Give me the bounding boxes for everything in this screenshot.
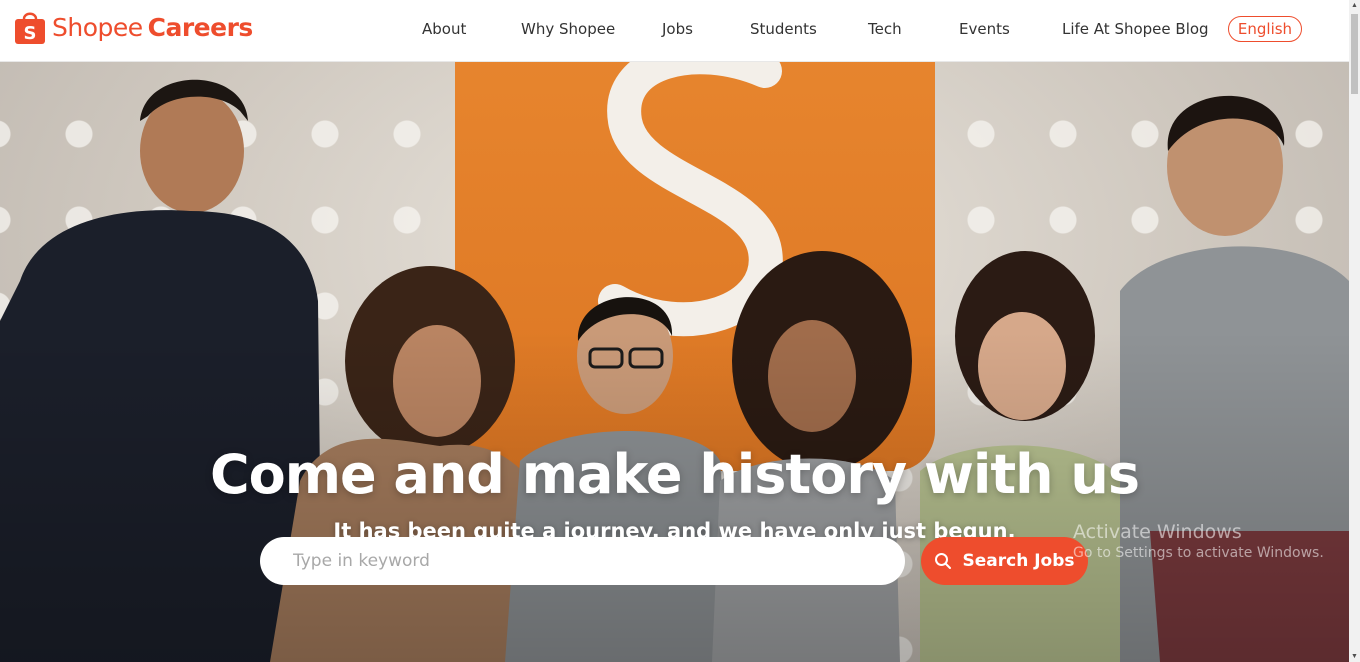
search-jobs-label: Search Jobs [962,551,1075,571]
nav-item-students[interactable]: Students [750,20,817,38]
scroll-down-arrow-icon[interactable]: ▼ [1349,651,1360,662]
watermark-line1: Activate Windows [1073,521,1242,543]
nav-item-about[interactable]: About [422,20,466,38]
hero-title: Come and make history with us [209,443,1140,506]
nav-item-jobs[interactable]: Jobs [662,20,693,38]
nav-item-tech[interactable]: Tech [868,20,902,38]
nav-item-why-shopee[interactable]: Why Shopee [521,20,615,38]
vertical-scrollbar[interactable]: ▲ ▼ [1349,0,1360,662]
scroll-up-arrow-icon[interactable]: ▲ [1349,0,1360,11]
keyword-search-input[interactable] [260,537,905,585]
search-icon [935,553,952,569]
windows-activation-watermark: Activate Windows Go to Settings to activ… [1073,521,1324,561]
main-nav: About Why Shopee Jobs Students Tech Even… [0,0,1349,61]
scroll-thumb[interactable] [1351,14,1358,94]
language-selector[interactable]: English [1228,16,1302,42]
site-header: S Shopee Careers About Why Shopee Jobs St… [0,0,1349,62]
nav-item-events[interactable]: Events [959,20,1010,38]
search-jobs-button[interactable]: Search Jobs [921,537,1088,585]
watermark-line2: Go to Settings to activate Windows. [1073,545,1324,561]
nav-item-life-at-shopee-blog[interactable]: Life At Shopee Blog [1062,20,1209,38]
